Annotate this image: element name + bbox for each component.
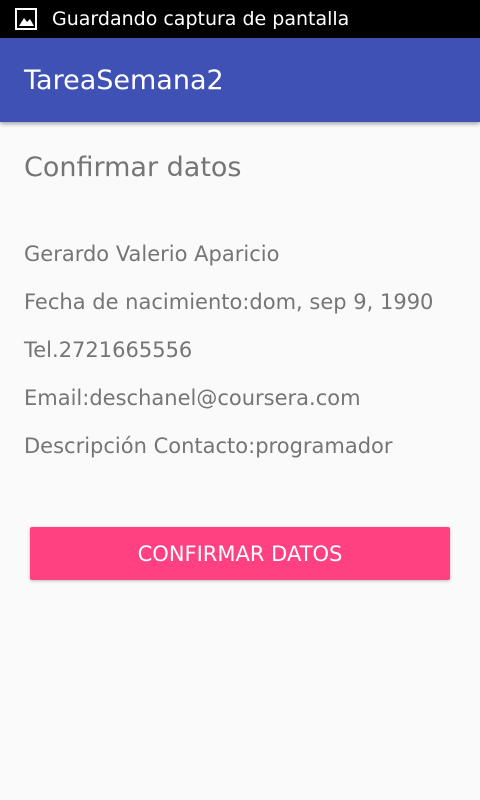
contact-birth-date: Fecha de nacimiento:dom, sep 9, 1990 (24, 290, 434, 314)
image-icon (14, 7, 38, 31)
contact-email: Email:deschanel@coursera.com (24, 386, 361, 410)
contact-phone: Tel.2721665556 (24, 338, 193, 362)
page-title: Confirmar datos (24, 152, 242, 183)
confirm-data-button[interactable]: CONFIRMAR DATOS (30, 527, 450, 580)
app-bar: TareaSemana2 (0, 38, 480, 122)
confirm-data-screen: Confirmar datos Gerardo Valerio Aparicio… (0, 122, 480, 800)
contact-name: Gerardo Valerio Aparicio (24, 242, 280, 266)
contact-description: Descripción Contacto:programador (24, 434, 393, 458)
app-title: TareaSemana2 (24, 64, 224, 96)
status-bar: Guardando captura de pantalla (0, 0, 480, 38)
status-notification-text: Guardando captura de pantalla (52, 8, 350, 30)
